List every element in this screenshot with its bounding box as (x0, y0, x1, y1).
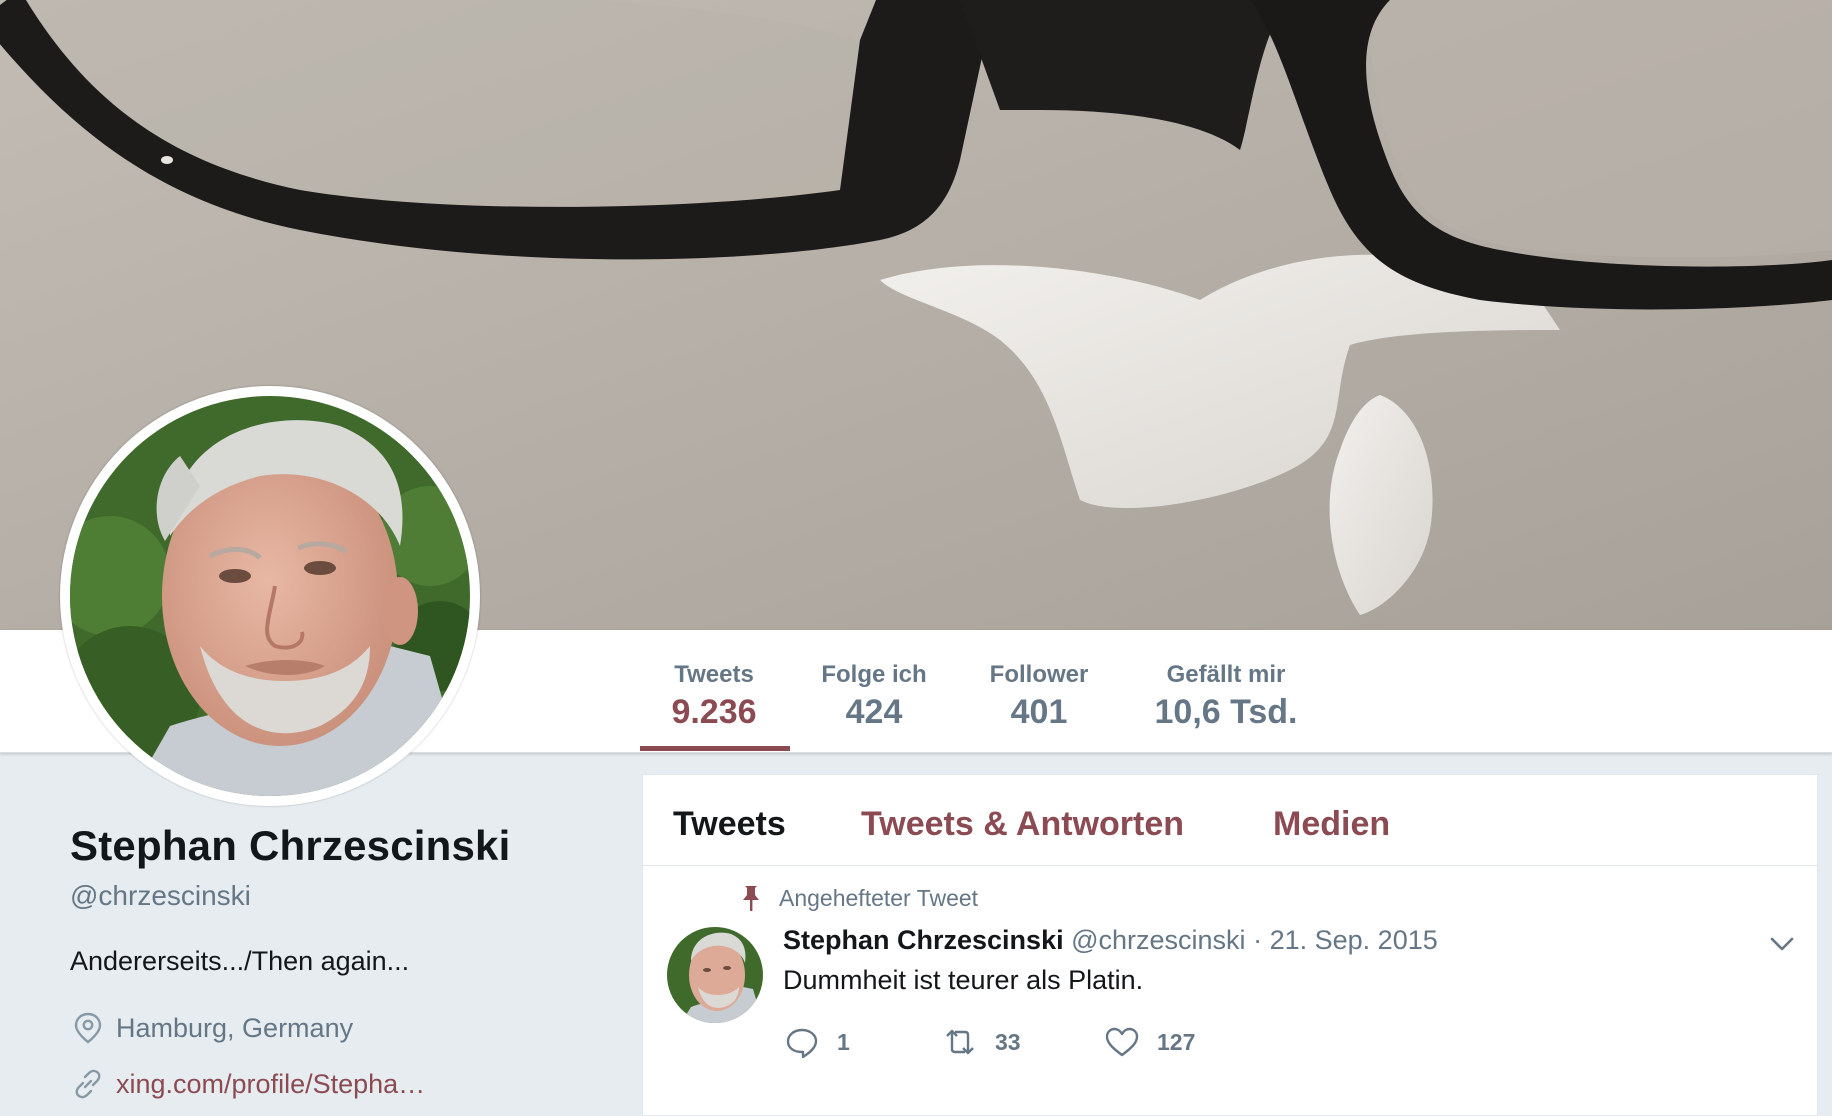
profile-location: Hamburg, Germany (70, 1010, 353, 1046)
stat-value: 424 (845, 693, 903, 731)
stat-label: Gefällt mir (1166, 661, 1286, 688)
profile-avatar[interactable] (60, 386, 480, 806)
avatar-photo (70, 396, 470, 796)
reply-button[interactable]: 1 (783, 1023, 941, 1061)
tweet-avatar[interactable] (667, 927, 763, 1023)
location-pin-icon (74, 1012, 102, 1044)
profile-name[interactable]: Stephan Chrzescinski (70, 822, 510, 870)
stat-followers[interactable]: Follower 401 (984, 660, 1094, 734)
profile-bio: Andererseits.../Then again... (70, 946, 410, 976)
retweet-icon (946, 1029, 974, 1055)
profile-handle[interactable]: @chrzescinski (70, 880, 251, 912)
stat-value: 10,6 Tsd. (1154, 693, 1298, 731)
pinned-text: Angehefteter Tweet (779, 884, 979, 911)
stat-value: 9.236 (671, 693, 757, 731)
chevron-down-icon[interactable] (1765, 927, 1799, 961)
retweet-count: 33 (995, 1028, 1021, 1055)
active-stat-indicator (640, 746, 790, 751)
pinned-tweet-label: Angehefteter Tweet (737, 883, 978, 913)
stat-following[interactable]: Folge ich 424 (812, 660, 936, 734)
stat-label: Folge ich (821, 661, 927, 688)
link-icon (75, 1069, 101, 1099)
reply-count: 1 (837, 1028, 850, 1055)
tweet-author-name[interactable]: Stephan Chrzescinski (783, 925, 1064, 955)
tweet-date[interactable]: 21. Sep. 2015 (1270, 925, 1438, 955)
like-count: 127 (1157, 1028, 1196, 1055)
tab-media[interactable]: Medien (1273, 805, 1390, 844)
heart-icon (1105, 1027, 1139, 1057)
website-link[interactable]: xing.com/profile/Stepha… (116, 1069, 425, 1100)
like-button[interactable]: 127 (1103, 1023, 1195, 1061)
reply-icon (786, 1028, 818, 1059)
tweet-author-handle[interactable]: @chrzescinski (1071, 925, 1245, 955)
pin-icon (743, 886, 759, 911)
profile-website[interactable]: xing.com/profile/Stepha… (70, 1066, 425, 1102)
timeline-tabs: Tweets Tweets & Antworten Medien (643, 775, 1817, 866)
tweet-text: Dummheit ist teurer als Platin. (783, 965, 1144, 995)
tab-tweets-and-replies[interactable]: Tweets & Antworten (861, 805, 1184, 844)
tweet-avatar-photo (667, 927, 763, 1023)
stat-tweets[interactable]: Tweets 9.236 (662, 660, 766, 734)
tab-tweets[interactable]: Tweets (673, 805, 786, 844)
stat-value: 401 (1010, 693, 1068, 731)
tweet-actions: 1 33 127 (783, 1023, 1195, 1061)
retweet-button[interactable]: 33 (941, 1023, 1103, 1061)
stat-likes[interactable]: Gefällt mir 10,6 Tsd. (1146, 660, 1306, 734)
tweet-separator: · (1253, 925, 1263, 955)
stat-label: Follower (989, 661, 1089, 688)
location-text: Hamburg, Germany (116, 1012, 354, 1043)
stat-label: Tweets (674, 661, 754, 688)
timeline: Tweets Tweets & Antworten Medien Angehef… (642, 774, 1818, 1116)
tweet-header: Stephan Chrzescinski @chrzescinski · 21.… (783, 925, 1438, 956)
